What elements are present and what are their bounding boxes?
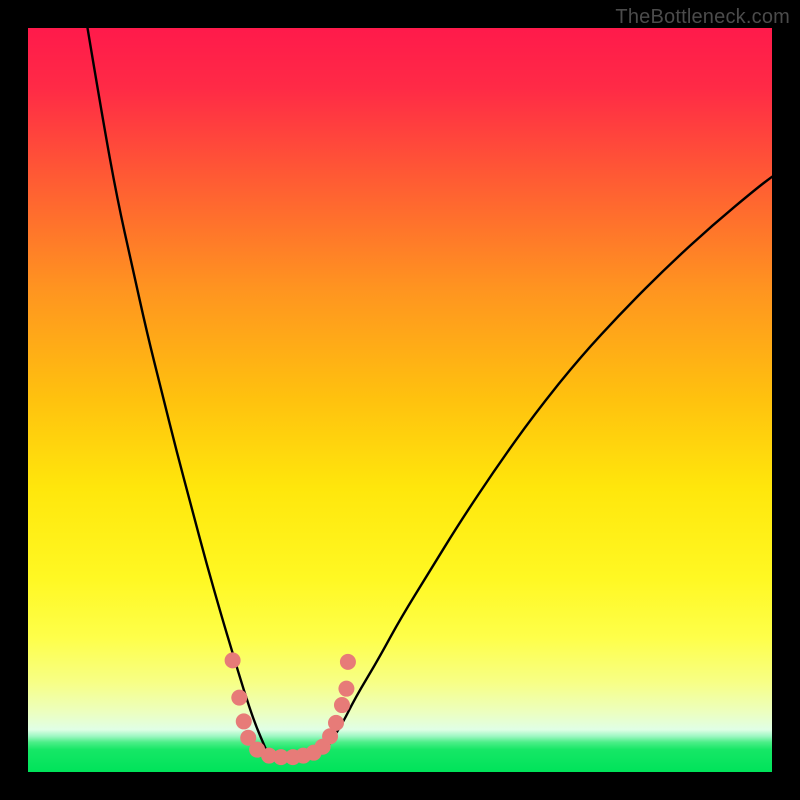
- marker-point: [236, 713, 252, 729]
- chart-svg: [28, 28, 772, 772]
- marker-point: [328, 715, 344, 731]
- marker-point: [340, 654, 356, 670]
- gradient-bg: [28, 28, 772, 772]
- marker-point: [231, 690, 247, 706]
- marker-point: [334, 697, 350, 713]
- marker-point: [225, 652, 241, 668]
- marker-point: [338, 681, 354, 697]
- chart-frame: TheBottleneck.com: [0, 0, 800, 800]
- plot-area: [28, 28, 772, 772]
- watermark-text: TheBottleneck.com: [615, 6, 790, 29]
